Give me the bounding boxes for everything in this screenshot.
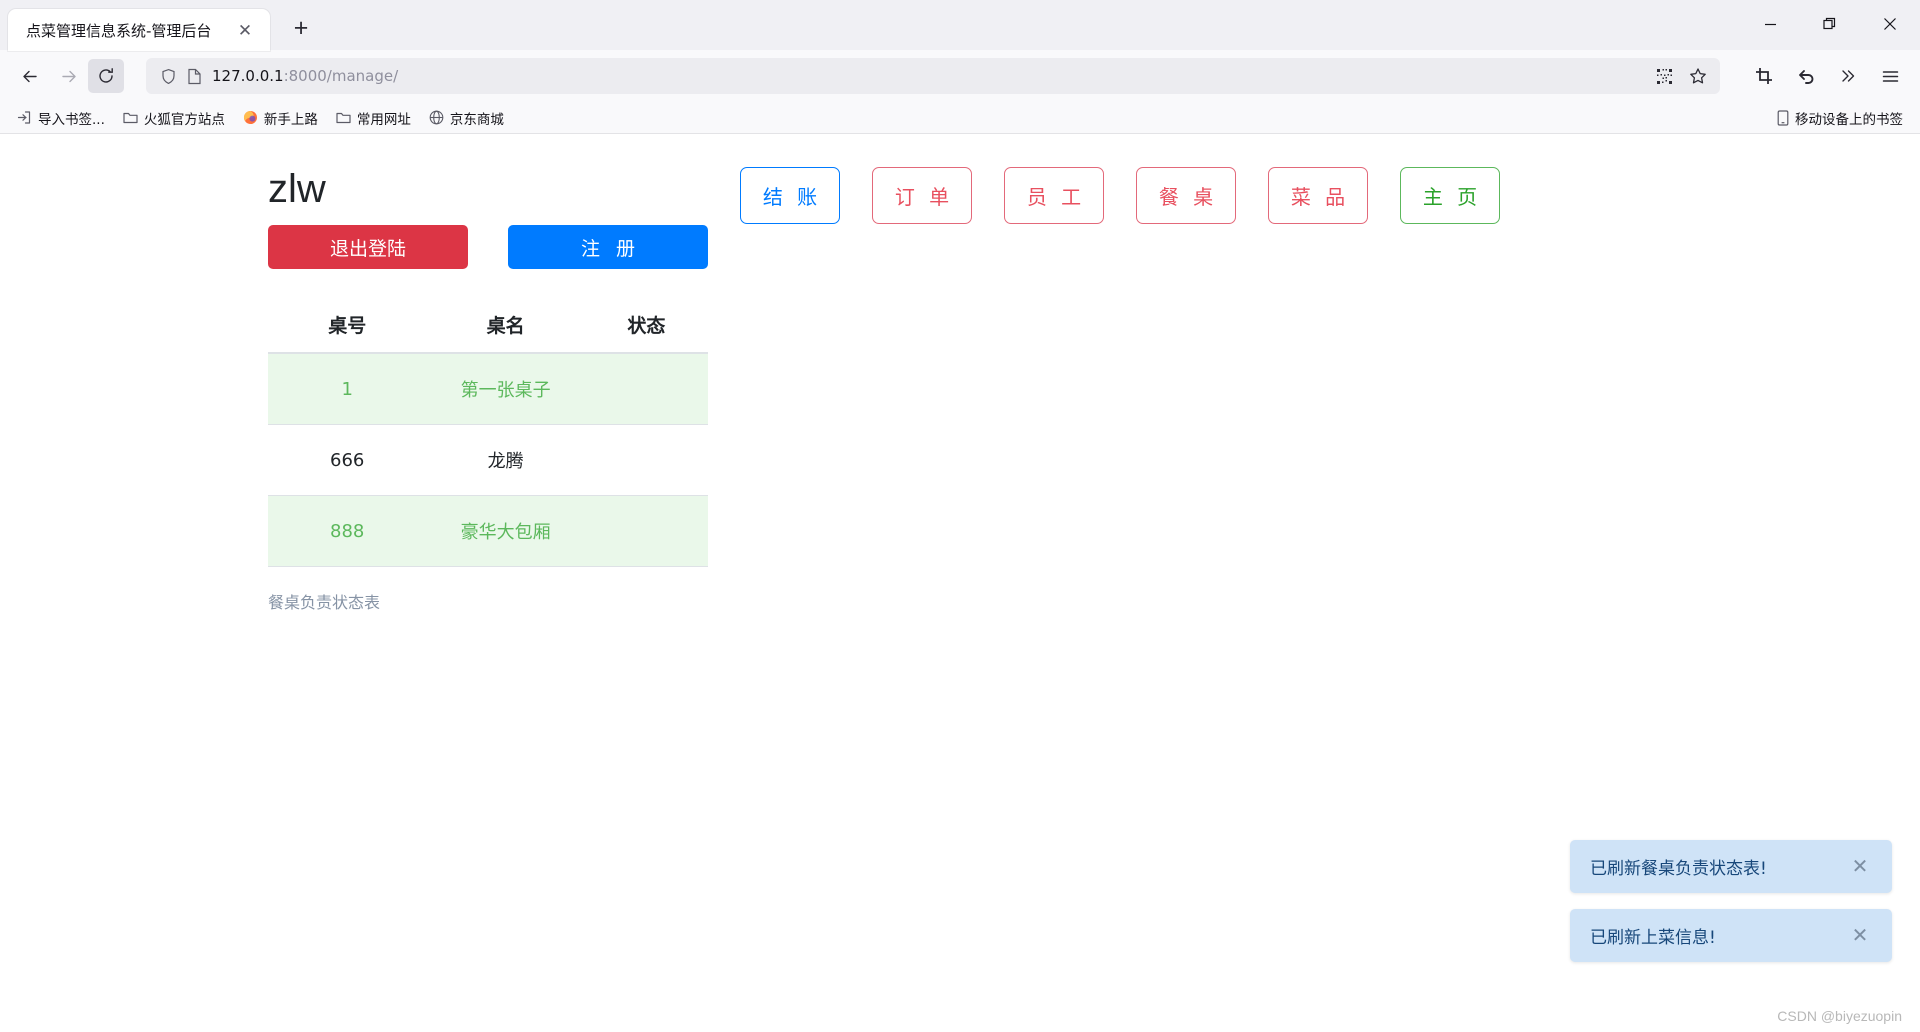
crop-screenshot-icon[interactable]	[1746, 59, 1782, 93]
column-header-table-name: 桌名	[426, 297, 585, 354]
table-row[interactable]: 888 豪华大包厢	[268, 495, 708, 567]
minimize-icon[interactable]	[1740, 0, 1800, 48]
page-icon	[187, 68, 202, 85]
toast-message: 已刷新餐桌负责状态表!	[1590, 859, 1767, 879]
close-icon[interactable]: ✕	[1848, 924, 1872, 948]
browser-window: 点菜管理信息系统-管理后台 ✕ + 127.0.0.1:8000/manage/…	[0, 0, 1920, 1032]
browser-tab[interactable]: 点菜管理信息系统-管理后台 ✕	[8, 9, 270, 51]
globe-icon	[429, 110, 444, 125]
nav-button-checkout[interactable]: 结 账	[740, 167, 840, 224]
page-title: zlw	[268, 167, 326, 211]
window-close-icon[interactable]	[1860, 0, 1920, 48]
bookmark-label: 导入书签...	[38, 111, 105, 128]
bookmark-mobile-folder[interactable]: 移动设备上的书签	[1770, 105, 1910, 131]
maximize-restore-icon[interactable]	[1800, 0, 1860, 48]
bookmark-label: 京东商城	[449, 111, 504, 128]
forward-icon[interactable]	[50, 59, 86, 93]
bookmark-firefox-official[interactable]: 火狐官方站点	[116, 105, 232, 131]
nav-button-staff[interactable]: 员 工	[1004, 167, 1104, 224]
cell-table-name: 第一张桌子	[426, 353, 585, 425]
toolbar-actions	[1732, 59, 1908, 93]
bookmark-jd-mall[interactable]: 京东商城	[422, 105, 511, 131]
page-viewport: zlw 退出登陆 注 册 桌号 桌名 状态 1 第一张桌子 666 龙腾 888…	[0, 134, 1920, 1032]
chevron-double-right-icon[interactable]	[1830, 59, 1866, 93]
bookmark-label: 常用网址	[356, 111, 411, 128]
tab-strip: 点菜管理信息系统-管理后台 ✕ +	[0, 0, 1920, 51]
register-button[interactable]: 注 册	[508, 225, 708, 269]
bookmark-getting-started[interactable]: 新手上路	[236, 105, 325, 131]
url-text: 127.0.0.1:8000/manage/	[212, 67, 1638, 85]
reload-icon[interactable]	[88, 59, 124, 93]
table-row[interactable]: 666 龙腾	[268, 424, 708, 496]
nav-button-home[interactable]: 主 页	[1400, 167, 1500, 224]
cell-status	[584, 353, 708, 425]
qr-code-icon[interactable]	[1648, 61, 1680, 91]
cell-table-number: 666	[268, 424, 427, 496]
cell-table-number: 1	[268, 353, 427, 425]
toast-message: 已刷新上菜信息!	[1590, 928, 1716, 948]
bookmark-label: 移动设备上的书签	[1795, 111, 1903, 128]
address-bar-actions	[1648, 61, 1714, 91]
column-header-table-number: 桌号	[268, 297, 427, 354]
table-header-row: 桌号 桌名 状态	[268, 297, 708, 354]
watermark: CSDN @biyezuopin	[1777, 1008, 1902, 1024]
auth-actions: 退出登陆 注 册	[268, 225, 708, 269]
address-bar[interactable]: 127.0.0.1:8000/manage/	[146, 58, 1720, 94]
logout-button[interactable]: 退出登陆	[268, 225, 468, 269]
firefox-icon	[243, 110, 258, 125]
url-host: 127.0.0.1	[212, 67, 284, 85]
new-tab-button[interactable]: +	[282, 9, 320, 47]
shield-icon	[160, 68, 177, 85]
folder-icon	[123, 111, 138, 125]
bookmarks-bar: 导入书签... 火狐官方站点 新手上路 常用网址 京东商城 移动设备上的书签	[0, 102, 1920, 134]
window-controls	[1740, 0, 1920, 48]
left-panel: zlw 退出登陆 注 册 桌号 桌名 状态 1 第一张桌子 666 龙腾 888…	[268, 169, 708, 613]
cell-table-name: 龙腾	[426, 424, 585, 496]
cell-table-name: 豪华大包厢	[426, 495, 585, 567]
hamburger-menu-icon[interactable]	[1872, 59, 1908, 93]
cell-table-number: 888	[268, 495, 427, 567]
nav-button-orders[interactable]: 订 单	[872, 167, 972, 224]
toast-notification: 已刷新餐桌负责状态表! ✕	[1570, 840, 1892, 893]
table-status-table: 桌号 桌名 状态 1 第一张桌子 666 龙腾 888 豪华大包厢	[268, 297, 708, 567]
nav-button-tables[interactable]: 餐 桌	[1136, 167, 1236, 224]
bookmark-label: 火狐官方站点	[143, 111, 225, 128]
back-icon[interactable]	[12, 59, 48, 93]
close-icon[interactable]: ✕	[1848, 855, 1872, 879]
bookmark-star-icon[interactable]	[1682, 61, 1714, 91]
navigation-toolbar: 127.0.0.1:8000/manage/	[0, 50, 1920, 102]
bookmark-import[interactable]: 导入书签...	[10, 105, 112, 131]
table-row[interactable]: 1 第一张桌子	[268, 353, 708, 425]
cell-status	[584, 424, 708, 496]
url-path: :8000/manage/	[283, 67, 399, 85]
import-bookmarks-icon	[17, 110, 32, 125]
bookmark-common-sites[interactable]: 常用网址	[329, 105, 418, 131]
folder-icon	[336, 111, 351, 125]
primary-nav: 结 账 订 单 员 工 餐 桌 菜 品 主 页	[740, 167, 1500, 224]
toast-container: 已刷新餐桌负责状态表! ✕ 已刷新上菜信息! ✕	[1570, 840, 1892, 962]
bookmark-label: 新手上路	[263, 111, 318, 128]
nav-button-dishes[interactable]: 菜 品	[1268, 167, 1368, 224]
tab-title: 点菜管理信息系统-管理后台	[26, 21, 212, 40]
column-header-status: 状态	[584, 297, 708, 354]
close-icon[interactable]: ✕	[232, 17, 258, 43]
mobile-device-icon	[1777, 109, 1789, 126]
page-content: zlw 退出登陆 注 册 桌号 桌名 状态 1 第一张桌子 666 龙腾 888…	[0, 134, 1920, 1032]
undo-arrow-icon[interactable]	[1788, 59, 1824, 93]
cell-status	[584, 495, 708, 567]
toast-notification: 已刷新上菜信息! ✕	[1570, 909, 1892, 962]
table-caption: 餐桌负责状态表	[268, 593, 381, 612]
